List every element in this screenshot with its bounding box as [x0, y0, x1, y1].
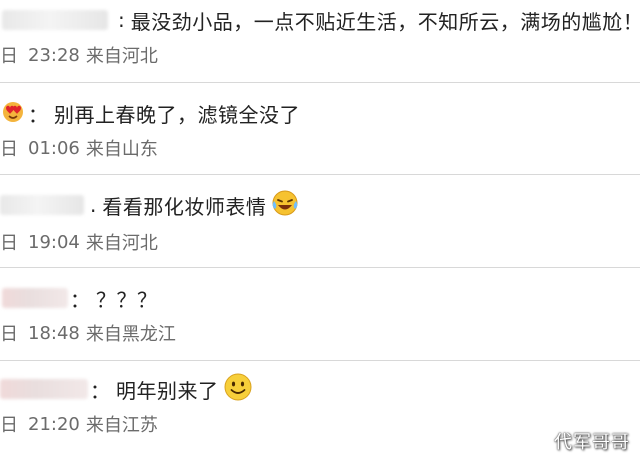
- username-separator: .: [90, 193, 97, 217]
- username-blurred[interactable]: [2, 288, 68, 308]
- comment-time: 21:20: [28, 413, 80, 435]
- comment-location: 来自山东: [85, 139, 158, 160]
- comment-item: ： ？？？ 日 18:48 来自黑龙江: [0, 268, 640, 361]
- comment-time: 01:06: [28, 137, 80, 159]
- username-blurred[interactable]: [0, 379, 88, 399]
- comment-time: 23:28: [28, 44, 80, 66]
- comment-text: ？？？: [96, 287, 158, 312]
- username-separator: ：: [70, 287, 90, 312]
- comment-date: 日: [0, 324, 18, 345]
- smiling-face-emoji-icon: [223, 372, 253, 406]
- comment-item: : 最没劲小品，一点不贴近生活，不知所云，满场的尴尬！ 日 23:28 来自河北: [0, 0, 640, 83]
- comment-text: 看看那化妆师表情: [102, 194, 267, 219]
- username-blurred[interactable]: [2, 10, 108, 30]
- comment-list-page: : 最没劲小品，一点不贴近生活，不知所云，满场的尴尬！ 日 23:28 来自河北…: [0, 0, 640, 466]
- username-separator: :: [118, 8, 125, 32]
- comment-meta: 日 23:28 来自河北: [0, 40, 158, 70]
- comment-item: ： 明年别来了 日 21:20 来自江苏: [0, 361, 640, 466]
- comment-location: 来自黑龙江: [85, 324, 176, 345]
- comment-meta: 日 21:20 来自江苏: [0, 409, 158, 439]
- comment-date: 日: [0, 415, 18, 436]
- laughing-crying-emoji-icon: [270, 189, 300, 221]
- comment-date: 日: [0, 46, 18, 67]
- comment-location: 来自河北: [85, 46, 158, 67]
- comment-item: . 看看那化妆师表情 日 19:04 来自河北: [0, 175, 640, 268]
- comment-location: 来自江苏: [85, 415, 158, 436]
- comment-text: 别再上春晚了，滤镜全没了: [54, 102, 300, 127]
- comment-text: 明年别来了: [116, 378, 219, 403]
- comment-item: ： 别再上春晚了，滤镜全没了 日 01:06 来自山东: [0, 83, 640, 175]
- comment-time: 18:48: [28, 322, 80, 344]
- comment-location: 来自河北: [85, 233, 158, 254]
- comment-meta: 日 19:04 来自河北: [0, 227, 158, 257]
- watermark: 代军哥哥: [554, 432, 630, 453]
- username-blurred[interactable]: [0, 195, 84, 215]
- comment-date: 日: [0, 233, 18, 254]
- red-heart-face-icon: [0, 99, 26, 127]
- comment-text: 最没劲小品，一点不贴近生活，不知所云，满场的尴尬！: [130, 9, 640, 34]
- comment-date: 日: [0, 139, 18, 160]
- comment-time: 19:04: [28, 231, 80, 253]
- comment-meta: 日 01:06 来自山东: [0, 133, 158, 163]
- username-separator: ：: [90, 378, 110, 403]
- comment-meta: 日 18:48 来自黑龙江: [0, 318, 176, 348]
- username-separator: ：: [28, 102, 48, 127]
